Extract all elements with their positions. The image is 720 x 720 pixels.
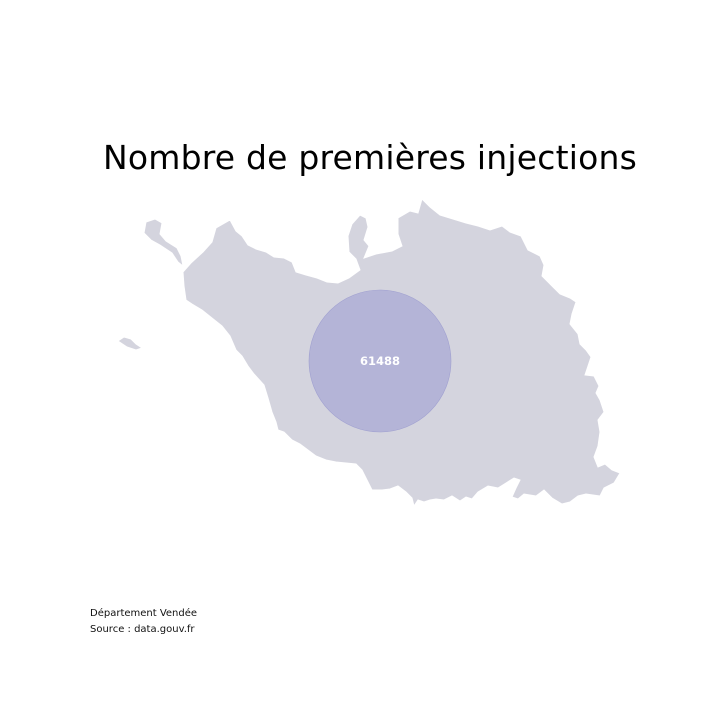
island-noirmoutier [143,218,184,268]
value-label: 61488 [360,354,400,368]
island-yeu [117,336,144,351]
footer: Département Vendée Source : data.gouv.fr [90,606,197,638]
footer-source: Source : data.gouv.fr [90,624,195,635]
footer-department: Département Vendée [90,608,198,619]
